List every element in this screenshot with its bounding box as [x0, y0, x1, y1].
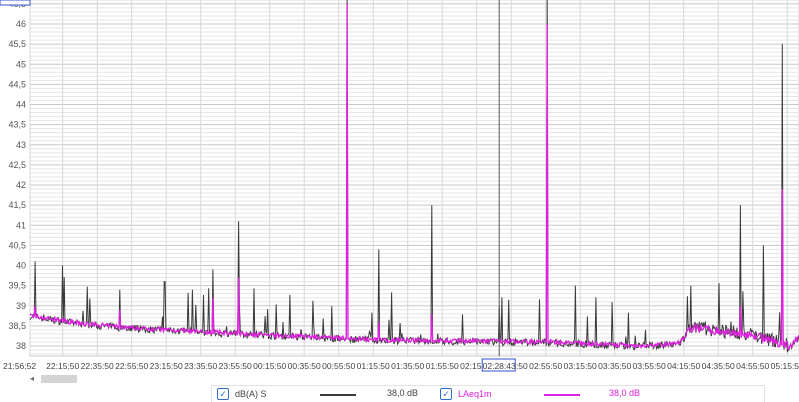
y-tick-label: 44	[16, 100, 26, 110]
checkbox-dba-s[interactable]: ✓	[217, 388, 229, 400]
legend-value: 38,0 dB	[609, 388, 641, 398]
y-axis: 46,54645,54544,54443,54342,54241,54140,5…	[8, 0, 26, 351]
y-tick-label: 38,5	[8, 321, 26, 331]
y-tick-label: 43,5	[8, 120, 26, 130]
x-tick-label: 22:15:50	[46, 361, 79, 371]
checkbox-laeq1m[interactable]: ✓	[440, 388, 452, 400]
grid	[29, 0, 799, 357]
x-tick-label: 22:35:50	[81, 361, 114, 371]
x-tick-label: 04:35:50	[702, 361, 735, 371]
legend-label: LAeq1m	[458, 389, 492, 399]
x-tick-label: 01:55:50	[426, 361, 459, 371]
legend-swatch	[544, 394, 580, 396]
x-tick-label: 21:56:52	[3, 361, 36, 371]
y-tick-label: 45,5	[8, 39, 26, 49]
x-tick-label: 04:55:50	[736, 361, 769, 371]
y-tick-label: 46	[16, 19, 26, 29]
y-tick-label: 41,5	[8, 200, 26, 210]
x-tick-label: 00:15:50	[253, 361, 286, 371]
legend-value: 38,0 dB	[387, 388, 419, 398]
legend-swatch	[320, 394, 356, 396]
y-tick-label: 40,5	[8, 240, 26, 250]
y-tick-label: 45	[16, 59, 26, 69]
cursor-label: 02:28:43	[483, 361, 516, 371]
x-tick-label: 03:55:50	[633, 361, 666, 371]
y-tick-label: 44,5	[8, 79, 26, 89]
legend: ✓ dB(A) S 38,0 dB ✓ LAeq1m 38,0 dB	[211, 385, 765, 402]
x-tick-label: 03:35:50	[598, 361, 631, 371]
x-tick-label: 01:15:50	[357, 361, 390, 371]
legend-item-laeq1m: ✓ LAeq1m	[440, 388, 492, 400]
x-tick-label: 23:35:50	[184, 361, 217, 371]
legend-label: dB(A) S	[235, 389, 267, 399]
y-tick-label: 42,5	[8, 160, 26, 170]
x-tick-label: 00:55:50	[322, 361, 355, 371]
x-axis: 21:56:52 22:15:50 22:35:50 22:55:50 23:15:50…	[3, 361, 799, 371]
y-tick-label: 41	[16, 220, 26, 230]
x-tick-label: 23:55:50	[219, 361, 252, 371]
legend-item-dba-s: ✓ dB(A) S	[217, 388, 267, 400]
x-tick-label: 05:15:50	[771, 361, 799, 371]
y-tick-label: 43	[16, 140, 26, 150]
x-tick-label: 23:15:50	[150, 361, 183, 371]
x-tick-label: 01:35:50	[391, 361, 424, 371]
x-tick-label: 03:15:50	[564, 361, 597, 371]
y-tick-label: 38	[16, 341, 26, 351]
chart-plot[interactable]: 46,54645,54544,54443,54342,54241,54140,5…	[0, 0, 799, 372]
y-tick-label: 40	[16, 261, 26, 271]
x-tick-label: 04:15:50	[667, 361, 700, 371]
y-tick-label: 42	[16, 180, 26, 190]
horizontal-scrollbar-thumb[interactable]	[41, 375, 77, 383]
x-tick-label: 22:55:50	[115, 361, 148, 371]
y-tick-label: 39,5	[8, 281, 26, 291]
y-tick-label: 39	[16, 301, 26, 311]
scroll-left-arrow-icon[interactable]: ◂	[30, 374, 34, 383]
x-tick-label: 02:55:50	[529, 361, 562, 371]
x-tick-label: 00:35:50	[288, 361, 321, 371]
y-cursor-box	[0, 0, 31, 6]
